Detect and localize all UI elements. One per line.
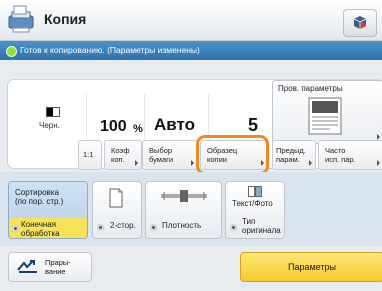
box-icon [353, 16, 367, 29]
parameters-button[interactable]: Параметры [240, 252, 382, 282]
paper-select-button[interactable]: Выбор бумаги [142, 140, 198, 170]
status-bar: Готов к копированию. (Параметры изменены… [0, 41, 382, 60]
density-button[interactable]: Плотность [145, 181, 222, 239]
title-bar: Копия [0, 0, 382, 41]
copies-count: 5 [248, 115, 259, 135]
density-slider-icon [161, 190, 207, 202]
interrupt-icon [17, 260, 37, 273]
chevron-right-icon [261, 160, 264, 166]
ready-indicator-icon [6, 46, 17, 57]
favorite-settings-button[interactable]: Часто исп. пар. [318, 140, 382, 170]
ratio-1-1-button[interactable]: 1:1 [78, 140, 102, 170]
original-type-button[interactable]: Текст/Фото Тип оригинала [225, 181, 285, 239]
radio-icon [150, 224, 157, 231]
radio-icon [97, 224, 104, 231]
duplex-button[interactable]: 2-стор. [92, 181, 142, 239]
chevron-right-icon [309, 160, 312, 166]
document-preview-icon [308, 97, 342, 135]
density-label: Плотность [162, 221, 202, 230]
chevron-right-icon [191, 160, 194, 166]
color-mode-label: Черн. [39, 121, 60, 130]
previous-settings-button[interactable]: Предыд. парам. [272, 140, 316, 170]
zoom-value[interactable]: 100 [100, 118, 127, 136]
chevron-right-icon [377, 160, 380, 166]
duplex-label: 2-стор. [110, 221, 136, 230]
original-top-label: Текст/Фото [232, 199, 273, 208]
copy-app-icon [8, 5, 34, 33]
app-title: Копия [44, 11, 87, 27]
text-photo-icon [248, 186, 262, 197]
job-status-button[interactable] [343, 9, 377, 37]
interrupt-button[interactable]: Прары-вание [8, 252, 92, 282]
check-settings-button[interactable]: Пров. параметры [272, 80, 382, 144]
duplex-page-icon [109, 188, 123, 208]
radio-icon [12, 225, 19, 232]
color-mode-icon [46, 107, 60, 117]
sort-finishing-button[interactable]: Сортировка (по пор. стр.) Конечная обработ… [8, 181, 88, 239]
finishing-label: Конечная обработка [9, 218, 87, 238]
radio-icon [230, 224, 237, 231]
original-type-label: Тип оригинала [242, 217, 281, 235]
zoom-unit: % [133, 123, 143, 135]
sample-copy-button[interactable]: Образец копии [200, 140, 268, 170]
copy-ratio-button[interactable]: Коэф коп. [104, 140, 142, 170]
check-settings-label: Пров. параметры [278, 84, 343, 93]
paper-value[interactable]: Авто [154, 115, 195, 135]
status-text: Готов к копированию. (Параметры изменены… [20, 45, 200, 55]
chevron-right-icon [135, 160, 138, 166]
